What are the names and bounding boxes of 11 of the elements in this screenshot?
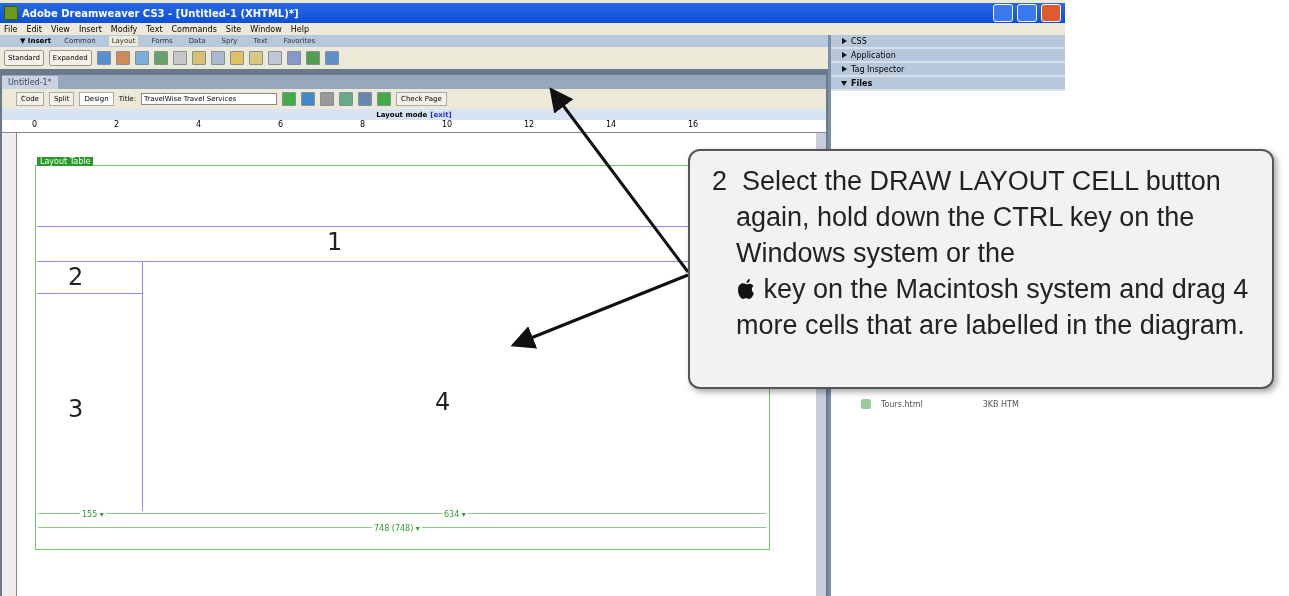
- file-size: 3KB HTM: [982, 399, 1019, 409]
- cell-number: 2: [68, 263, 84, 291]
- table-width-label: 748 (748) ▾: [372, 524, 422, 533]
- cell-number: 1: [327, 228, 343, 256]
- cell-number: 4: [435, 388, 451, 416]
- cell-number: 3: [68, 395, 84, 423]
- horizontal-ruler: 0 2 4 6 8 10 12 14 16: [2, 120, 826, 133]
- instruction-text: 2 Select the DRAW LAYOUT CELL button again, hold down the CTRL key on the Windows system or the key on the Macintosh system and drag 4 more cells that are labelled in the diagram.: [712, 165, 1250, 342]
- window-title: Adobe Dreamweaver CS3 - [Untitled-1 (XHTML)*]: [22, 7, 299, 19]
- column-width-label: 634 ▾: [442, 510, 468, 519]
- column-width-label: 155 ▾: [80, 510, 106, 519]
